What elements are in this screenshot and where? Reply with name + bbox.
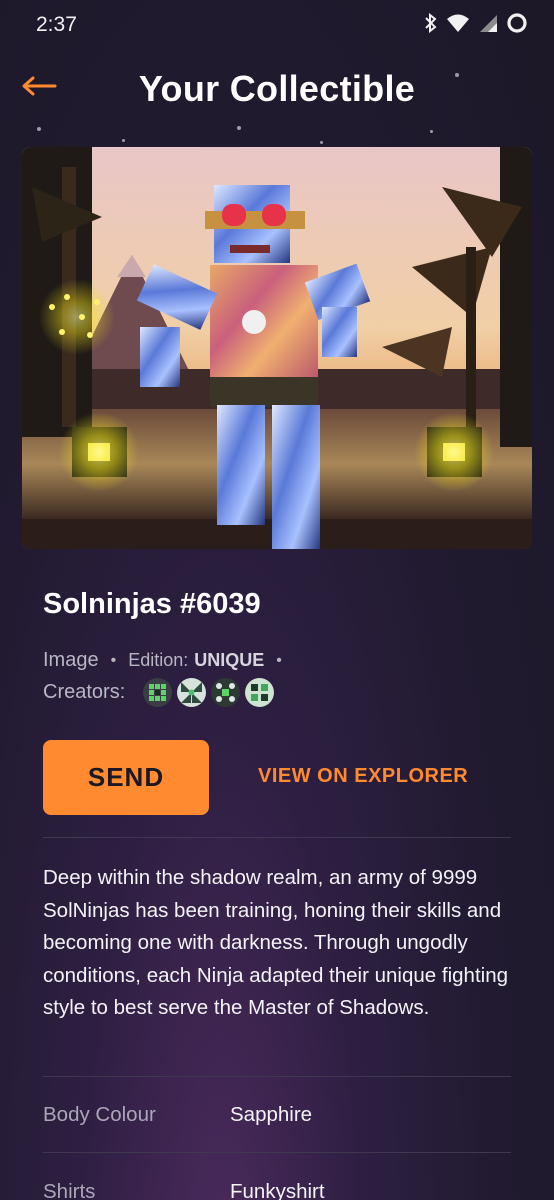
- attribute-row: Shirts Funkyshirt: [43, 1180, 511, 1200]
- nft-image: [22, 147, 532, 549]
- view-on-explorer-link[interactable]: VIEW ON EXPLORER: [258, 765, 468, 788]
- attribute-row: Body Colour Sapphire: [43, 1103, 511, 1127]
- bluetooth-icon: [424, 12, 438, 38]
- divider: [43, 1076, 511, 1077]
- status-bar: 2:37: [0, 0, 554, 50]
- nft-name: Solninjas #6039: [43, 588, 261, 620]
- status-time: 2:37: [36, 13, 77, 36]
- battery-icon: [506, 12, 528, 39]
- edition-label: Edition:: [128, 650, 189, 670]
- divider: [43, 837, 511, 838]
- star-decoration: [430, 130, 433, 133]
- creator-avatar[interactable]: [211, 678, 241, 707]
- creators-label: Creators:: [43, 681, 126, 703]
- attribute-label: Body Colour: [43, 1103, 156, 1126]
- page-title: Your Collectible: [138, 68, 416, 109]
- creators-list: [143, 678, 275, 707]
- divider: [43, 1152, 511, 1153]
- creator-avatar[interactable]: [143, 678, 173, 707]
- signal-icon: [478, 13, 498, 38]
- wifi-icon: [446, 13, 470, 38]
- attribute-value: Sapphire: [230, 1103, 313, 1126]
- star-decoration: [237, 126, 241, 130]
- attribute-label: Shirts: [43, 1180, 96, 1200]
- send-button[interactable]: SEND: [43, 740, 209, 815]
- creators-row: Creators:: [43, 678, 275, 707]
- edition-value: UNIQUE: [194, 650, 265, 670]
- nft-meta: Image • Edition: UNIQUE •: [43, 649, 294, 672]
- star-decoration: [320, 141, 323, 144]
- star-decoration: [122, 139, 125, 142]
- nft-description: Deep within the shadow realm, an army of…: [43, 866, 508, 1019]
- separator-dot: •: [276, 651, 282, 669]
- nft-type: Image: [43, 649, 99, 671]
- header: Your Collectible: [0, 60, 554, 122]
- attribute-value: Funkyshirt: [230, 1180, 325, 1200]
- creator-avatar[interactable]: [177, 678, 207, 707]
- star-decoration: [37, 127, 41, 131]
- creator-avatar[interactable]: [245, 678, 275, 707]
- separator-dot: •: [110, 651, 117, 669]
- status-icons: [424, 12, 528, 39]
